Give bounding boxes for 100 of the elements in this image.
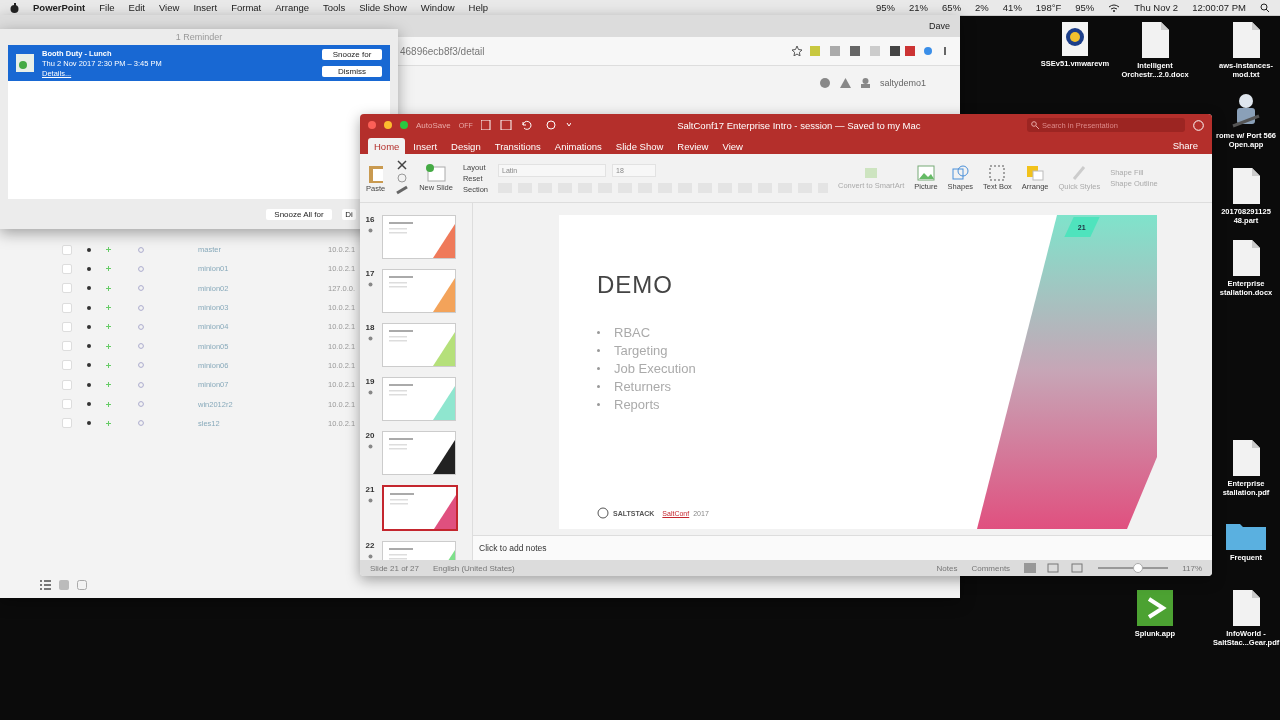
- profile-name[interactable]: Dave: [929, 21, 950, 31]
- account-menu[interactable]: saltydemo1: [879, 78, 926, 88]
- plus-icon: [106, 382, 111, 388]
- window-title: 1 Reminder: [174, 31, 224, 44]
- status-dot: [87, 421, 91, 426]
- status-dot: [87, 402, 91, 406]
- dismiss-button[interactable]: Dismiss: [322, 66, 382, 77]
- row-checkbox[interactable]: [62, 399, 72, 409]
- row-checkbox[interactable]: [62, 379, 72, 390]
- app-menu[interactable]: PowerPoint: [33, 2, 86, 13]
- window-title: SaltConf17 Enterprise Intro - session — Saved to my Mac: [676, 119, 922, 131]
- text-box-icon: [989, 165, 1006, 182]
- ribbon-tab[interactable]: Animations: [548, 138, 608, 154]
- language-label[interactable]: English (United States): [432, 563, 515, 573]
- row-checkbox[interactable]: [62, 418, 72, 429]
- ribbon-tab[interactable]: Slide Show: [609, 138, 670, 154]
- bullet-dot: [597, 403, 600, 406]
- share-button[interactable]: Share: [1166, 138, 1204, 152]
- dismiss-all-button[interactable]: Di: [342, 208, 356, 220]
- plus-icon: [106, 343, 111, 349]
- warning-icon[interactable]: [839, 78, 851, 88]
- ribbon-tab[interactable]: Design: [445, 138, 487, 154]
- plus-icon: [106, 362, 111, 368]
- brush-icon: [1071, 165, 1088, 182]
- plus-icon: [106, 324, 111, 330]
- list-icon[interactable]: [40, 580, 51, 590]
- picture-icon: [916, 165, 935, 182]
- status-reading[interactable]: 41%: [1002, 2, 1022, 13]
- status-reading[interactable]: 65%: [942, 2, 962, 13]
- help-icon[interactable]: [819, 78, 830, 88]
- zoom-button[interactable]: [400, 121, 408, 129]
- menu-item[interactable]: Edit: [128, 2, 145, 13]
- document-icon: [1231, 240, 1261, 276]
- row-checkbox[interactable]: [62, 341, 72, 352]
- menu-item[interactable]: Format: [231, 2, 262, 13]
- ribbon-tab[interactable]: View: [716, 138, 749, 154]
- wifi-icon[interactable]: [1108, 3, 1121, 12]
- status-reading[interactable]: 2%: [975, 2, 989, 13]
- status-reading[interactable]: 95%: [876, 2, 896, 13]
- clipboard-tools-drawing[interactable]: [395, 159, 410, 197]
- document-icon: [1231, 22, 1261, 58]
- menu-item[interactable]: Window: [420, 2, 455, 13]
- row-checkbox[interactable]: [62, 302, 72, 313]
- document-icon: [1231, 440, 1261, 476]
- notes-button[interactable]: Notes: [936, 563, 958, 573]
- menu-date[interactable]: Thu Nov 2: [1134, 2, 1179, 13]
- document-icon: [1231, 168, 1261, 204]
- ribbon-tab[interactable]: Home: [368, 138, 406, 154]
- search-icon[interactable]: [1260, 2, 1270, 13]
- menu-item[interactable]: Slide Show: [359, 2, 407, 13]
- row-checkbox[interactable]: [62, 263, 72, 274]
- ribbon-tab[interactable]: Insert: [407, 138, 444, 154]
- view-buttons-drawing[interactable]: [1024, 563, 1085, 573]
- row-checkbox[interactable]: [62, 360, 72, 371]
- status-dot: [87, 363, 91, 368]
- status-dot: [87, 305, 91, 310]
- arrange-icon: [1026, 165, 1045, 182]
- menu-item[interactable]: Tools: [323, 2, 346, 13]
- status-dot: [87, 286, 91, 291]
- bullet-dot: [597, 349, 600, 352]
- comments-button[interactable]: Comments: [971, 563, 1011, 573]
- row-checkbox[interactable]: [62, 283, 72, 294]
- minimize-button[interactable]: [384, 121, 392, 129]
- zoom-level[interactable]: 117%: [1182, 563, 1202, 573]
- apple-icon[interactable]: [10, 2, 19, 13]
- bullet-dot: [597, 331, 600, 334]
- ribbon-tab[interactable]: Review: [671, 138, 715, 154]
- snooze-dropdown[interactable]: Snooze for: [322, 49, 382, 60]
- slide-thumbnail[interactable]: [382, 485, 458, 531]
- menu-item[interactable]: Help: [468, 2, 489, 13]
- status-dot: [87, 266, 91, 271]
- plus-icon: [106, 266, 111, 272]
- menu-item[interactable]: Arrange: [275, 2, 310, 13]
- plus-icon: [106, 420, 111, 426]
- status-dot: [87, 382, 91, 387]
- address-field[interactable]: 46896ecb8f3/detail: [400, 42, 784, 60]
- globe-icon: [1060, 22, 1090, 56]
- slide-number: 20: [365, 431, 375, 440]
- slide-counter: Slide 21 of 27: [370, 563, 419, 573]
- row-checkbox[interactable]: [62, 321, 72, 332]
- status-reading[interactable]: 21%: [909, 2, 929, 13]
- menu-item[interactable]: View: [158, 2, 180, 13]
- menu-item[interactable]: Insert: [193, 2, 218, 13]
- toolbar-icons-drawing[interactable]: [480, 120, 571, 130]
- status-reading[interactable]: 95%: [1075, 2, 1095, 13]
- row-checkbox[interactable]: [62, 244, 72, 255]
- zoom-handle[interactable]: [1132, 563, 1143, 573]
- slide-title[interactable]: DEMO: [597, 271, 673, 299]
- plus-icon: [106, 285, 111, 291]
- smartart-icon: [863, 166, 880, 181]
- menu-clock[interactable]: 12:00:07 PM: [1192, 2, 1246, 13]
- menu-item[interactable]: File: [99, 2, 115, 13]
- snooze-all-dropdown[interactable]: Snooze All for: [266, 208, 332, 220]
- ribbon-tab[interactable]: Transitions: [488, 138, 547, 154]
- notes-field[interactable]: Click to add notes: [479, 543, 547, 553]
- plus-icon: [106, 247, 111, 253]
- status-reading[interactable]: 198°F: [1035, 2, 1062, 13]
- bullet-dot: [597, 367, 600, 370]
- close-button[interactable]: [368, 121, 376, 129]
- logo-icon: [597, 507, 609, 519]
